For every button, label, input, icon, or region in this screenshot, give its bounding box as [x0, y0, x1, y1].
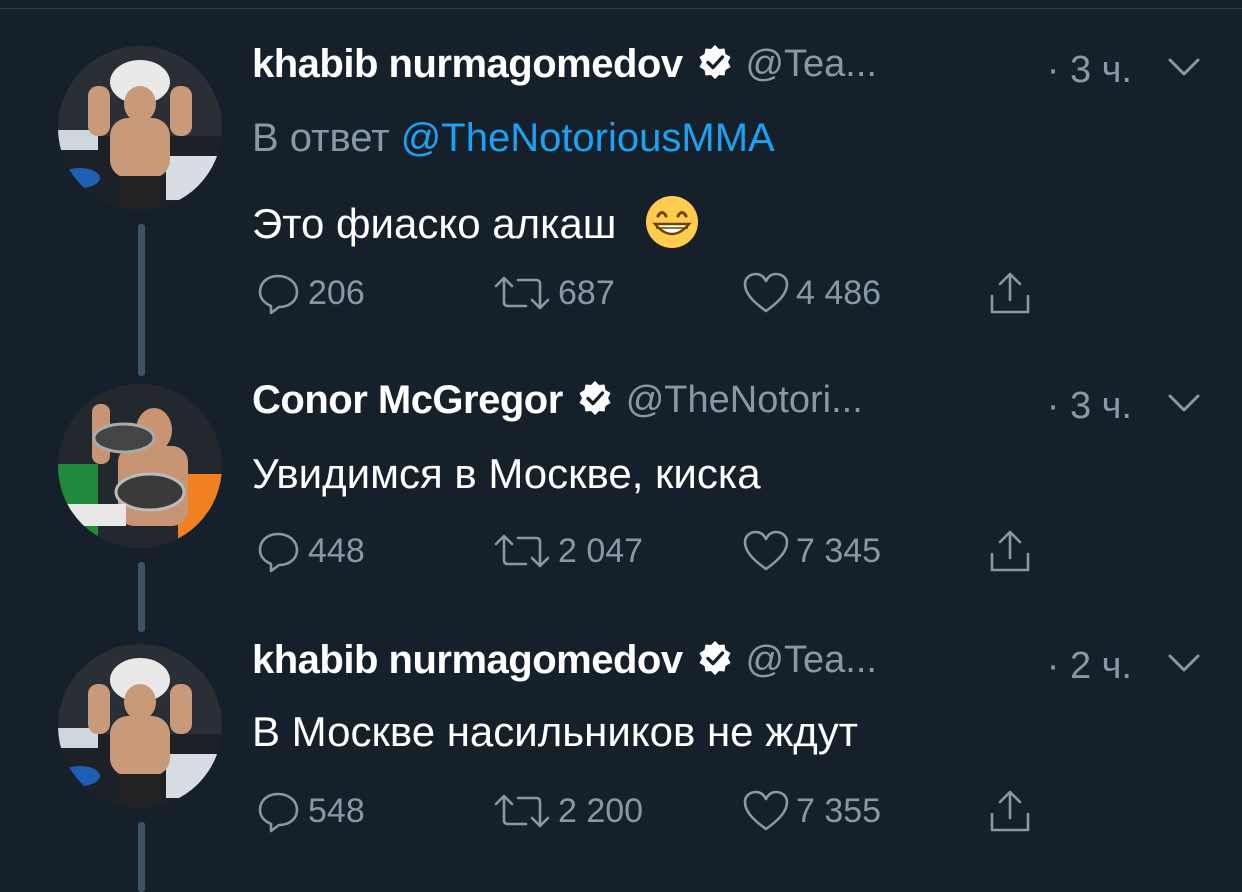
retweet-button[interactable]: 2 047: [492, 526, 643, 576]
like-count: 7 345: [796, 531, 882, 570]
verified-badge-icon: [697, 44, 733, 85]
like-button[interactable]: 4 486: [742, 268, 881, 318]
thread-line: [138, 562, 145, 632]
like-button[interactable]: 7 355: [742, 786, 881, 836]
retweet-button[interactable]: 2 200: [492, 786, 643, 836]
retweet-icon: [494, 276, 550, 310]
tweet-text: В Москве насильников не ждут: [252, 708, 858, 756]
heart-icon: [743, 790, 789, 831]
author-name[interactable]: khabib nurmagomedov: [252, 42, 683, 86]
author-name[interactable]: khabib nurmagomedov: [252, 638, 683, 682]
retweet-icon: [494, 794, 550, 828]
chevron-down-icon[interactable]: [1166, 648, 1202, 683]
tweet-text-content: Это фиаско алкаш: [252, 200, 617, 248]
tweet-1[interactable]: khabib nurmagomedov @Tea... · 3 ч. В отв…: [0, 38, 1242, 376]
tweet-header: khabib nurmagomedov @Tea... · 2 ч.: [252, 638, 1212, 702]
reply-mention-link[interactable]: @TheNotoriousMMA: [401, 116, 775, 160]
reply-button[interactable]: 548: [256, 786, 365, 836]
retweet-count: 687: [558, 273, 615, 312]
author-name[interactable]: Conor McGregor: [252, 378, 563, 422]
tweet-3[interactable]: khabib nurmagomedov @Tea... · 2 ч. В Мос…: [0, 636, 1242, 892]
share-icon: [990, 790, 1030, 832]
reply-prefix: В ответ: [252, 116, 390, 160]
tweet-text-content: Увидимся в Москве, киска: [252, 450, 761, 497]
share-icon: [990, 272, 1030, 314]
tweet-actions: 448 2 047 7 345: [252, 526, 1052, 586]
tweet-text: Увидимся в Москве, киска: [252, 450, 761, 498]
like-count: 4 486: [796, 273, 882, 312]
reply-count: 548: [308, 791, 365, 830]
tweet-actions: 548 2 200 7 355: [252, 786, 1052, 846]
verified-badge-icon: [577, 380, 613, 421]
avatar-khabib[interactable]: [58, 644, 222, 808]
reply-icon: [258, 532, 299, 573]
share-button[interactable]: [986, 526, 1040, 576]
author-handle[interactable]: @Tea...: [745, 639, 877, 681]
retweet-button[interactable]: 687: [492, 268, 615, 318]
heart-icon: [743, 530, 789, 571]
avatar-khabib[interactable]: [58, 46, 222, 210]
reply-button[interactable]: 206: [256, 268, 365, 318]
avatar-conor[interactable]: [58, 384, 222, 548]
tweet-time[interactable]: · 3 ч.: [1047, 42, 1132, 98]
top-divider: [0, 8, 1242, 9]
like-count: 7 355: [796, 791, 882, 830]
tweet-time[interactable]: · 2 ч.: [1047, 638, 1132, 694]
reply-context: В ответ @TheNotoriousMMA: [252, 116, 775, 161]
tweet-2[interactable]: Conor McGregor @TheNotori... · 3 ч. Увид…: [0, 376, 1242, 632]
tweet-header: khabib nurmagomedov @Tea... · 3 ч.: [252, 42, 1212, 106]
tweet-text: Это фиаско алкаш: [252, 194, 700, 260]
grinning-face-icon: [644, 194, 700, 260]
chevron-down-icon[interactable]: [1166, 388, 1202, 423]
retweet-icon: [494, 534, 550, 568]
author-handle[interactable]: @Tea...: [745, 43, 877, 85]
thread-line: [138, 224, 145, 376]
thread-line: [138, 822, 145, 892]
tweet-header: Conor McGregor @TheNotori... · 3 ч.: [252, 378, 1212, 442]
chevron-down-icon[interactable]: [1166, 52, 1202, 87]
tweet-actions: 206 687 4 486: [252, 268, 1052, 328]
heart-icon: [743, 272, 789, 313]
tweet-time[interactable]: · 3 ч.: [1047, 378, 1132, 434]
share-button[interactable]: [986, 786, 1040, 836]
reply-icon: [258, 274, 299, 315]
author-handle[interactable]: @TheNotori...: [626, 379, 863, 421]
share-button[interactable]: [986, 268, 1040, 318]
retweet-count: 2 200: [558, 791, 644, 830]
verified-badge-icon: [697, 640, 733, 681]
share-icon: [990, 530, 1030, 572]
tweet-text-content: В Москве насильников не ждут: [252, 708, 859, 755]
reply-count: 448: [308, 531, 365, 570]
reply-icon: [258, 792, 299, 833]
reply-count: 206: [308, 273, 365, 312]
like-button[interactable]: 7 345: [742, 526, 881, 576]
reply-button[interactable]: 448: [256, 526, 365, 576]
retweet-count: 2 047: [558, 531, 644, 570]
